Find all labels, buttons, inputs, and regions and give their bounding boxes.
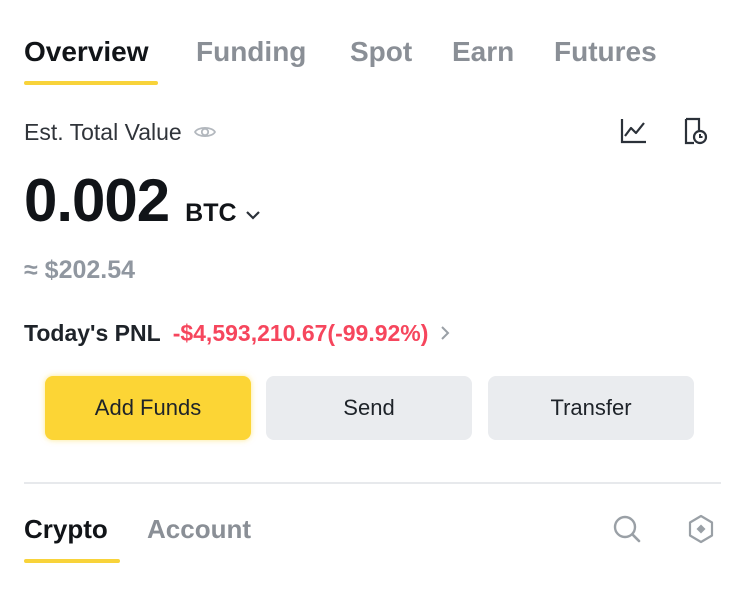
est-total-label: Est. Total Value <box>24 118 182 145</box>
active-tab-indicator <box>24 81 158 85</box>
add-funds-label: Add Funds <box>94 395 202 420</box>
hexagon-settings-icon[interactable] <box>684 512 718 546</box>
send-button[interactable]: Send <box>266 376 472 440</box>
wallet-tabs: Overview Funding Spot Earn Futures <box>24 34 724 86</box>
tab-account[interactable]: Account <box>147 512 251 546</box>
active-subtab-indicator <box>24 559 120 563</box>
est-total-row: Est. Total Value <box>24 116 216 148</box>
tab-spot[interactable]: Spot <box>350 34 412 70</box>
pnl-row[interactable]: Today's PNL -$4,593,210.67(-99.92%) <box>24 316 450 350</box>
transfer-button[interactable]: Transfer <box>488 376 694 440</box>
tab-earn[interactable]: Earn <box>452 34 514 70</box>
history-icon[interactable] <box>678 114 712 148</box>
balance-row: 0.002 BTC <box>24 168 261 234</box>
eye-icon[interactable] <box>193 124 216 140</box>
tab-crypto[interactable]: Crypto <box>24 512 108 546</box>
transfer-label: Transfer <box>550 395 632 420</box>
section-divider <box>24 482 721 484</box>
tab-funding[interactable]: Funding <box>196 34 306 70</box>
line-chart-icon[interactable] <box>616 114 650 148</box>
tab-overview[interactable]: Overview <box>24 34 149 70</box>
pnl-label: Today's PNL <box>24 319 161 346</box>
balance-unit[interactable]: BTC <box>185 199 236 228</box>
approx-fiat-value: ≈ $202.54 <box>24 256 136 284</box>
search-icon[interactable] <box>610 512 644 546</box>
tab-futures[interactable]: Futures <box>554 34 657 70</box>
send-label: Send <box>343 395 395 420</box>
balance-value: 0.002 <box>24 167 170 234</box>
chevron-down-icon[interactable] <box>245 208 261 220</box>
chevron-right-icon[interactable] <box>440 325 450 341</box>
add-funds-button[interactable]: Add Funds <box>45 376 251 440</box>
pnl-value: -$4,593,210.67(-99.92%) <box>172 319 429 346</box>
